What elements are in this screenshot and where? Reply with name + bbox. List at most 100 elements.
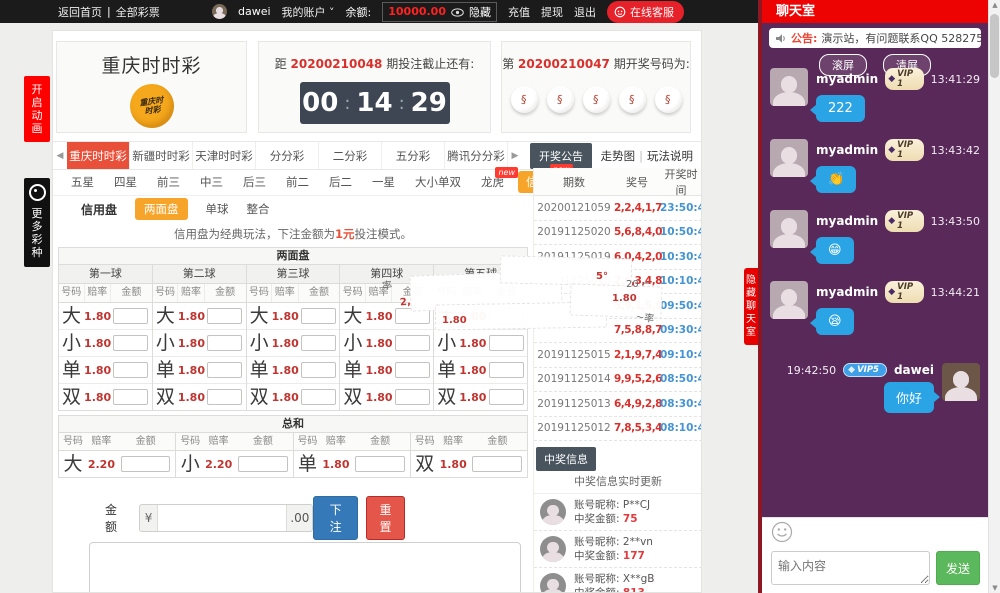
ball-group-2: 第二球 号码赔率金额 大1.80 小1.80 单1.80 双1.80 [153, 265, 247, 410]
subtab-yixing[interactable]: 一星 [362, 174, 405, 190]
countdown-timer: 00:14:29 [300, 82, 450, 124]
chat-message-input[interactable] [771, 551, 930, 585]
two-sides-mode-button[interactable]: 两面盘 [135, 198, 188, 220]
bet-amount-input[interactable] [395, 308, 430, 324]
submit-bet-button[interactable]: 下注 [313, 496, 358, 540]
balance-label: 余额: [346, 4, 372, 20]
subtab-zhongsan[interactable]: 中三 [190, 174, 233, 190]
animation-toggle-button[interactable]: 开启动画 [24, 76, 50, 142]
account-menu[interactable]: 我的账户 ˅ [282, 4, 335, 20]
bet-amount-input[interactable] [395, 335, 430, 351]
bet-amount-input[interactable] [207, 362, 242, 378]
logout-link[interactable]: 退出 [574, 4, 596, 20]
tabs-prev-icon[interactable]: ◀ [53, 142, 67, 169]
home-link[interactable]: 返回首页 [58, 4, 102, 20]
bet-amount-input[interactable] [489, 335, 524, 351]
bet-amount-input[interactable] [489, 308, 524, 324]
bet-amount-input[interactable] [113, 335, 148, 351]
bet-slip-box[interactable] [89, 542, 521, 593]
bet-amount-input[interactable] [472, 456, 522, 472]
trend-link[interactable]: 走势图 [601, 149, 636, 163]
result-row: 202001210592,2,4,1,723:50:45 [534, 196, 702, 221]
subtab-sixing[interactable]: 四星 [104, 174, 147, 190]
hide-chat-button[interactable]: 隐藏聊天室 [744, 268, 758, 345]
page-scrollbar[interactable]: ▲ ▼ [988, 0, 1000, 593]
bet-amount-input[interactable] [301, 335, 336, 351]
total-amount-input[interactable] [158, 505, 286, 531]
reset-button[interactable]: 重置 [366, 496, 405, 540]
bet-amount-input[interactable] [113, 308, 148, 324]
tab-txffc[interactable]: 腾讯分分彩 [445, 142, 508, 169]
bet-amount-input[interactable] [395, 389, 430, 405]
countdown-box: 距 20200210048 期投注截止还有: 00:14:29 [258, 41, 491, 133]
subtab-qiansan[interactable]: 前三 [147, 174, 190, 190]
bet-amount-input[interactable] [207, 389, 242, 405]
chat-message: myadmin ◆VIP 1 13:43:50 😁 [770, 210, 980, 264]
play-mode-nav: 信用盘 两面盘 单球 整合 [53, 196, 533, 222]
tab-xjssc[interactable]: 新疆时时彩 [130, 142, 193, 169]
scrollbar-thumb[interactable] [990, 14, 999, 78]
tab-wfc[interactable]: 五分彩 [382, 142, 445, 169]
subtab-qianer[interactable]: 前二 [276, 174, 319, 190]
chat-title: 聊天室 [762, 0, 988, 23]
subtab-longhu[interactable]: 龙虎 new [471, 174, 514, 190]
online-service-button[interactable]: 在线客服 [607, 1, 684, 23]
result-row: 201911250136,4,9,2,808:30:45 [534, 392, 702, 417]
total-cell-shuang: 号码赔率金额 双1.80 [411, 433, 527, 477]
tab-tjssc[interactable]: 天津时时彩 [193, 142, 256, 169]
total-cell-da: 号码赔率金额 大2.20 [59, 433, 176, 477]
bet-amount-input[interactable] [489, 362, 524, 378]
hide-balance-link[interactable]: 隐藏 [469, 4, 491, 20]
eye-icon[interactable] [451, 7, 464, 16]
bet-amount-input[interactable] [121, 456, 171, 472]
bet-amount-input[interactable] [301, 389, 336, 405]
bet-amount-input[interactable] [207, 308, 242, 324]
bet-amount-input[interactable] [238, 456, 288, 472]
amount-label: 金额 [105, 501, 127, 535]
subtab-daxiaodanshuang[interactable]: 大小单双 [405, 174, 471, 190]
bet-bar: 金额 ¥ .00 下注 重置 [53, 504, 533, 532]
chat-input-area: 发送 [762, 544, 988, 593]
winner-avatar [540, 536, 566, 562]
bet-amount-input[interactable] [395, 362, 430, 378]
send-button[interactable]: 发送 [936, 551, 980, 585]
subtab-wuxing[interactable]: 五星 [61, 174, 104, 190]
currency-symbol: ¥ [140, 505, 159, 531]
betting-area: 五星 四星 前三 中三 后三 前二 后二 一星 大小单双 龙虎 new 信用盘 … [53, 168, 533, 593]
bet-amount-input[interactable] [301, 308, 336, 324]
scroll-down-icon[interactable]: ▼ [989, 584, 1000, 592]
amount-input-group: ¥ .00 [139, 504, 314, 532]
single-ball-mode-button[interactable]: 单球 [206, 201, 229, 217]
more-lottery-button[interactable]: 更多彩种 [24, 178, 50, 267]
tab-ffc[interactable]: 分分彩 [256, 142, 319, 169]
combine-mode-button[interactable]: 整合 [247, 201, 270, 217]
chat-bubble: 😁 [816, 237, 854, 264]
subtab-houer[interactable]: 后二 [319, 174, 362, 190]
tab-efc[interactable]: 二分彩 [319, 142, 382, 169]
credit-mode-label: 信用盘 [81, 201, 117, 218]
chat-username: myadmin [816, 214, 878, 228]
last-result-box: 第 20200210047 期开奖号码为: § § § § § [501, 41, 691, 133]
all-lottery-link[interactable]: 全部彩票 [116, 4, 160, 20]
bet-amount-input[interactable] [207, 335, 242, 351]
bet-amount-input[interactable] [355, 456, 405, 472]
bet-amount-input[interactable] [113, 362, 148, 378]
results-panel: 期数 奖号 开奖时间 202001210592,2,4,1,723:50:45 … [533, 168, 702, 593]
emoji-picker-button[interactable] [771, 521, 793, 543]
bet-amount-input[interactable] [489, 389, 524, 405]
lottery-logo: 重庆时时彩 [130, 84, 174, 128]
recharge-link[interactable]: 充值 [508, 4, 530, 20]
winners-tab[interactable]: 中奖信息 [536, 447, 596, 471]
scroll-up-icon[interactable]: ▲ [989, 1, 1000, 9]
chat-username: dawei [894, 363, 934, 377]
rules-link[interactable]: 玩法说明 [647, 149, 693, 163]
tabs-next-icon[interactable]: ▶ [508, 142, 522, 169]
subtab-housan[interactable]: 后三 [233, 174, 276, 190]
withdraw-link[interactable]: 提现 [541, 4, 563, 20]
announcement-text: 演示站，有问题联系QQ 5282751 源码完整，这 [821, 30, 981, 46]
tab-cqssc[interactable]: 重庆时时彩 [67, 142, 130, 169]
bet-amount-input[interactable] [301, 362, 336, 378]
next-period: 20200210048 [291, 57, 383, 71]
ball-group-3: 第三球 号码赔率金额 大1.80 小1.80 单1.80 双1.80 [247, 265, 341, 410]
bet-amount-input[interactable] [113, 389, 148, 405]
